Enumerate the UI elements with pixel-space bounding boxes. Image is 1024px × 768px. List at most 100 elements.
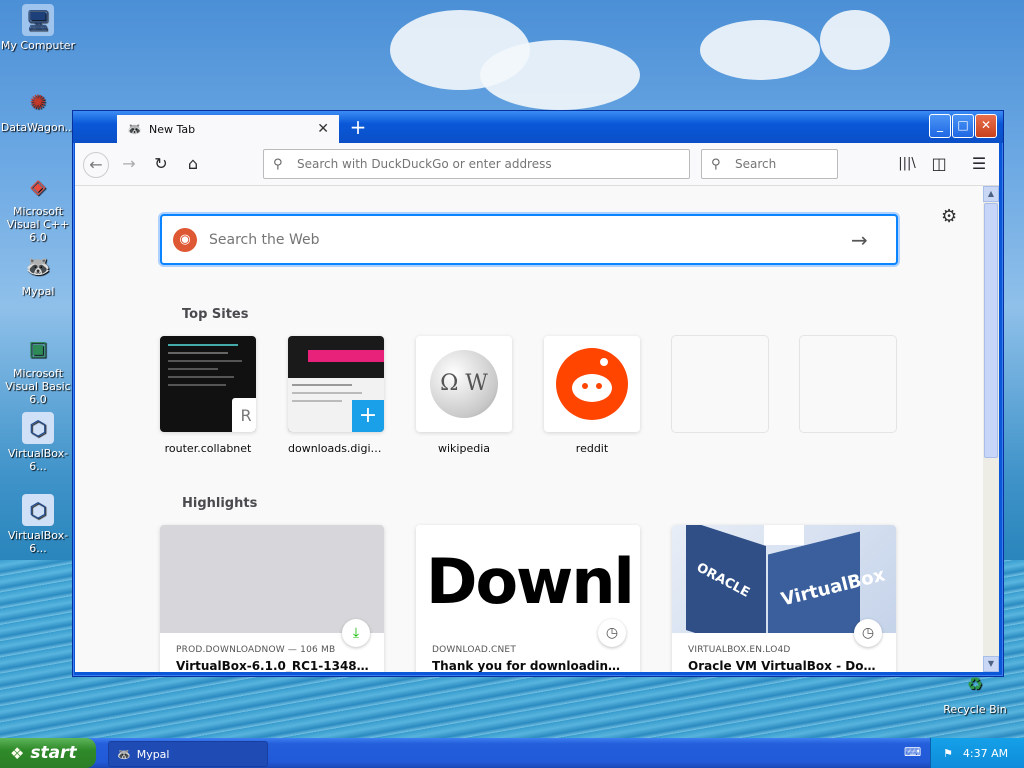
desktop-icon-label: Microsoft Visual C++ 6.0 — [6, 205, 70, 244]
desktop-icon-label: Mypal — [21, 285, 55, 298]
start-label: start — [30, 743, 77, 763]
taskbar: ❖ start 🦝 Mypal ⌨ ⚑ 4:37 AM — [0, 738, 1024, 768]
highlight-image: ORACLE VirtualBox — [672, 525, 896, 633]
datawagon-icon: ✺ — [29, 90, 47, 114]
top-site-router-collabnet[interactable]: R router.collabnet — [160, 336, 256, 455]
title-bar[interactable]: 🦝 New Tab ✕ + _ □ ✕ — [73, 111, 1003, 143]
raccoon-icon: 🦝 — [25, 254, 51, 278]
scroll-down-arrow[interactable]: ▼ — [983, 656, 999, 672]
scrollbar-thumb[interactable] — [984, 203, 998, 458]
task-label: Mypal — [136, 747, 170, 761]
desktop-icon-visual-cpp[interactable]: ◈ Microsoft Visual C++ 6.0 — [0, 170, 76, 244]
raccoon-icon: 🦝 — [117, 747, 131, 761]
cloud — [480, 40, 640, 110]
wikipedia-globe-icon: Ω W — [430, 350, 498, 418]
top-site-label: reddit — [575, 442, 609, 455]
clock: 4:37 AM — [962, 746, 1009, 760]
site-thumbnail: Ω W — [416, 336, 512, 432]
top-site-reddit[interactable]: reddit — [544, 336, 640, 455]
desktop-icon-label: My Computer — [0, 39, 76, 52]
top-site-label: downloads.digitalt... — [288, 442, 384, 455]
vertical-scrollbar[interactable]: ▲ ▼ — [983, 186, 999, 672]
gear-icon[interactable]: ⚙ — [941, 206, 957, 227]
cloud — [820, 10, 890, 70]
reload-button[interactable]: ↻ — [151, 154, 171, 174]
library-icon[interactable]: |||\ — [897, 154, 917, 174]
desktop-icon-visual-basic[interactable]: ▣ Microsoft Visual Basic 6.0 — [0, 332, 76, 406]
highlight-title: VirtualBox-6.1.0_RC1-134891-... — [176, 659, 372, 672]
site-thumbnail-placeholder — [672, 336, 768, 432]
highlight-image-text: Downl — [426, 545, 635, 618]
search-input[interactable] — [733, 156, 837, 172]
sidebar-icon[interactable]: ◫ — [929, 154, 949, 174]
start-button[interactable]: ❖ start — [0, 738, 96, 768]
address-bar[interactable]: ⚲ — [263, 149, 690, 179]
keyboard-icon[interactable]: ⌨ — [904, 745, 921, 759]
desktop-icon-label: Recycle Bin — [943, 703, 1007, 716]
desktop-icon-label: VirtualBox-6... — [7, 447, 69, 473]
new-tab-button[interactable]: + — [345, 115, 371, 141]
virtualbox-cube-top — [764, 525, 804, 545]
visual-cpp-icon: ◈ — [30, 174, 46, 198]
top-site-downloads-digitaltrends[interactable]: + downloads.digitalt... — [288, 336, 384, 455]
raccoon-icon: 🦝 — [127, 122, 142, 136]
site-letter-icon: R — [232, 398, 256, 432]
maximize-button[interactable]: □ — [952, 114, 974, 138]
highlight-card[interactable]: ⤓ PROD.DOWNLOADNOW — 106 MB VirtualBox-6… — [160, 525, 384, 672]
tab-new-tab[interactable]: 🦝 New Tab ✕ — [117, 115, 339, 143]
nav-toolbar: ← → ↻ ⌂ ⚲ ⚲ |||\ ◫ ☰ — [75, 143, 999, 186]
clock-icon: ◷ — [598, 619, 626, 647]
top-sites-heading: Top Sites — [182, 307, 249, 322]
desktop-icon-virtualbox-2[interactable]: ⬡ VirtualBox-6... — [0, 494, 76, 555]
search-icon: ⚲ — [273, 156, 283, 172]
clock-icon: ◷ — [854, 619, 882, 647]
top-site-empty[interactable] — [672, 336, 768, 442]
site-thumbnail: + — [288, 336, 384, 432]
search-bar[interactable]: ⚲ — [701, 149, 838, 179]
close-tab-icon[interactable]: ✕ — [317, 121, 329, 137]
site-thumbnail — [544, 336, 640, 432]
url-input[interactable] — [295, 156, 679, 172]
desktop-icon-label: Microsoft Visual Basic 6.0 — [5, 367, 71, 406]
menu-icon[interactable]: ☰ — [969, 154, 989, 174]
tab-title: New Tab — [149, 122, 196, 136]
highlight-title: Thank you for downloading Virt... — [432, 659, 628, 672]
highlight-card[interactable]: ORACLE VirtualBox ◷ VIRTUALBOX.EN.LO4D O… — [672, 525, 896, 672]
reddit-icon — [556, 348, 628, 420]
virtualbox-icon: ⬡ — [22, 494, 54, 526]
windows-flag-icon: ❖ — [10, 743, 25, 763]
taskbar-item-mypal[interactable]: 🦝 Mypal — [108, 741, 268, 767]
scroll-up-arrow[interactable]: ▲ — [983, 186, 999, 202]
highlight-card[interactable]: Downl ◷ DOWNLOAD.CNET Thank you for down… — [416, 525, 640, 672]
back-button[interactable]: ← — [83, 152, 109, 178]
desktop-icon-mypal[interactable]: 🦝 Mypal — [0, 250, 76, 298]
home-button[interactable]: ⌂ — [183, 154, 203, 174]
virtualbox-icon: ⬡ — [22, 412, 54, 444]
site-thumbnail: R — [160, 336, 256, 432]
download-icon: ⤓ — [342, 619, 370, 647]
network-icon[interactable]: ⚑ — [943, 747, 953, 760]
system-tray: ⚑ 4:37 AM — [930, 738, 1024, 768]
highlights-heading: Highlights — [182, 496, 258, 511]
site-thumbnail-placeholder — [800, 336, 896, 432]
top-site-wikipedia[interactable]: Ω W wikipedia — [416, 336, 512, 455]
desktop-icon-virtualbox-1[interactable]: ⬡ VirtualBox-6... — [0, 412, 76, 473]
desktop-icon-my-computer[interactable]: 🖥 My Computer — [0, 4, 76, 52]
cloud — [700, 20, 820, 80]
duckduckgo-icon: ◉ — [173, 227, 197, 252]
forward-button[interactable]: → — [119, 154, 139, 174]
arrow-right-icon[interactable]: → — [851, 228, 868, 252]
top-site-empty[interactable] — [800, 336, 896, 442]
web-search-input[interactable] — [207, 230, 851, 249]
web-search-box[interactable]: ◉ → — [160, 214, 898, 265]
highlight-image — [160, 525, 384, 633]
visual-basic-icon: ▣ — [28, 336, 48, 360]
highlight-image: Downl — [416, 525, 640, 633]
top-site-label: wikipedia — [437, 442, 490, 455]
top-site-label: router.collabnet — [164, 442, 252, 455]
minimize-button[interactable]: _ — [929, 114, 951, 138]
search-icon: ⚲ — [711, 156, 721, 172]
close-window-button[interactable]: ✕ — [975, 114, 997, 138]
desktop-icon-datawagon[interactable]: ✺ DataWagon... — [0, 86, 76, 134]
desktop-icon-label: DataWagon... — [0, 121, 76, 134]
